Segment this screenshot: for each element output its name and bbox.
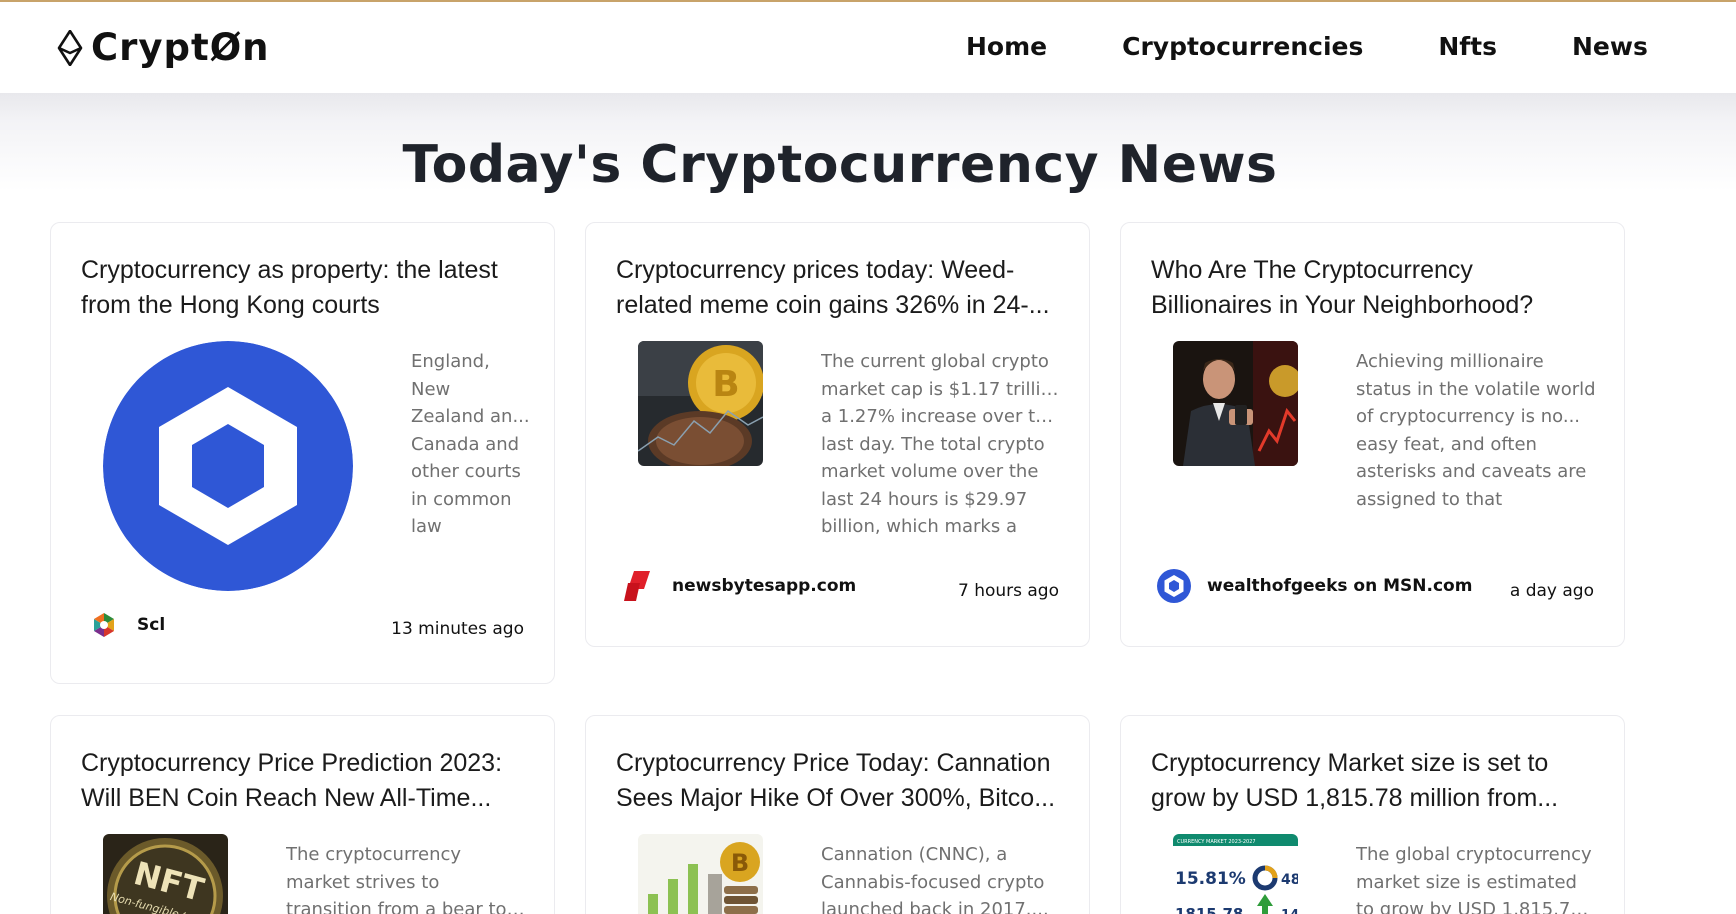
news-description: The global cryptocurrency market size is… <box>1356 844 1596 914</box>
chainlink-icon <box>1157 569 1191 603</box>
news-source[interactable]: wealthofgeeks on MSN.com <box>1157 569 1472 603</box>
news-description: The current global crypto market cap is … <box>821 351 1061 537</box>
svg-text:B: B <box>731 849 749 877</box>
source-name: Scl <box>137 615 166 635</box>
chainlink-logo-image <box>103 341 353 591</box>
news-description: Achieving millionaire status in the vola… <box>1356 351 1596 510</box>
news-card[interactable]: Cryptocurrency Price Prediction 2023: Wi… <box>50 715 555 914</box>
newsbytes-logo-icon <box>622 569 656 603</box>
news-time: 13 minutes ago <box>391 619 524 639</box>
nav-home[interactable]: Home <box>966 32 1047 61</box>
nav-nfts[interactable]: Nfts <box>1438 32 1497 61</box>
news-description: England, New Zealand an... Canada and ot… <box>411 351 530 537</box>
news-card[interactable]: Cryptocurrency Price Today: Cannation Se… <box>585 715 1090 914</box>
svg-text:B: B <box>712 364 739 405</box>
report-header-text: CURRENCY MARKET 2023-2027 <box>1177 839 1256 845</box>
bitcoin-stacks-image: B <box>638 834 763 914</box>
news-title[interactable]: Cryptocurrency Market size is set to gro… <box>1151 746 1606 816</box>
navbar: CryptØn Home Cryptocurrencies Nfts News <box>0 2 1736 93</box>
scl-logo-icon <box>87 608 121 642</box>
market-report-image: CURRENCY MARKET 2023-2027 15.81% 48 1815… <box>1173 834 1298 914</box>
report-bottom-text: 1815.78 <box>1175 905 1243 914</box>
news-time: a day ago <box>1509 581 1594 601</box>
brand-name: CryptØn <box>91 26 270 69</box>
news-card[interactable]: Cryptocurrency as property: the latest f… <box>50 222 555 684</box>
businessman-photo-image <box>1173 341 1298 466</box>
news-title[interactable]: Who Are The Cryptocurrency Billionaires … <box>1151 253 1606 323</box>
news-title[interactable]: Cryptocurrency as property: the latest f… <box>81 253 536 323</box>
nav-news[interactable]: News <box>1572 32 1648 61</box>
report-number-text: 48 <box>1281 872 1298 888</box>
main-nav: Home Cryptocurrencies Nfts News <box>966 32 1723 61</box>
news-title[interactable]: Cryptocurrency prices today: Weed- relat… <box>616 253 1071 323</box>
page-title: Today's Cryptocurrency News <box>402 135 1278 195</box>
news-card[interactable]: Cryptocurrency Market size is set to gro… <box>1120 715 1625 914</box>
news-time: 7 hours ago <box>957 581 1059 601</box>
nft-coin-image: NFT Non-fungible token <box>103 834 228 914</box>
nav-cryptocurrencies[interactable]: Cryptocurrencies <box>1122 32 1363 61</box>
news-description: Cannation (CNNC), a Cannabis-focused cry… <box>821 844 1049 914</box>
news-source[interactable]: Scl <box>87 608 165 642</box>
news-description: The cryptocurrency market strives to tra… <box>286 844 526 914</box>
report-percent-text: 15.81% <box>1175 869 1246 889</box>
source-name: wealthofgeeks on MSN.com <box>1207 576 1473 596</box>
bitcoin-photo-image: B <box>638 341 763 466</box>
news-title[interactable]: Cryptocurrency Price Prediction 2023: Wi… <box>81 746 536 816</box>
news-title[interactable]: Cryptocurrency Price Today: Cannation Se… <box>616 746 1071 816</box>
brand-logo[interactable]: CryptØn <box>57 26 270 69</box>
report-side-text: 14 <box>1281 908 1298 914</box>
news-card[interactable]: Cryptocurrency prices today: Weed- relat… <box>585 222 1090 647</box>
source-name: newsbytesapp.com <box>672 576 857 596</box>
news-source[interactable]: newsbytesapp.com <box>622 569 856 603</box>
news-card[interactable]: Who Are The Cryptocurrency Billionaires … <box>1120 222 1625 647</box>
ethereum-icon <box>57 29 83 66</box>
